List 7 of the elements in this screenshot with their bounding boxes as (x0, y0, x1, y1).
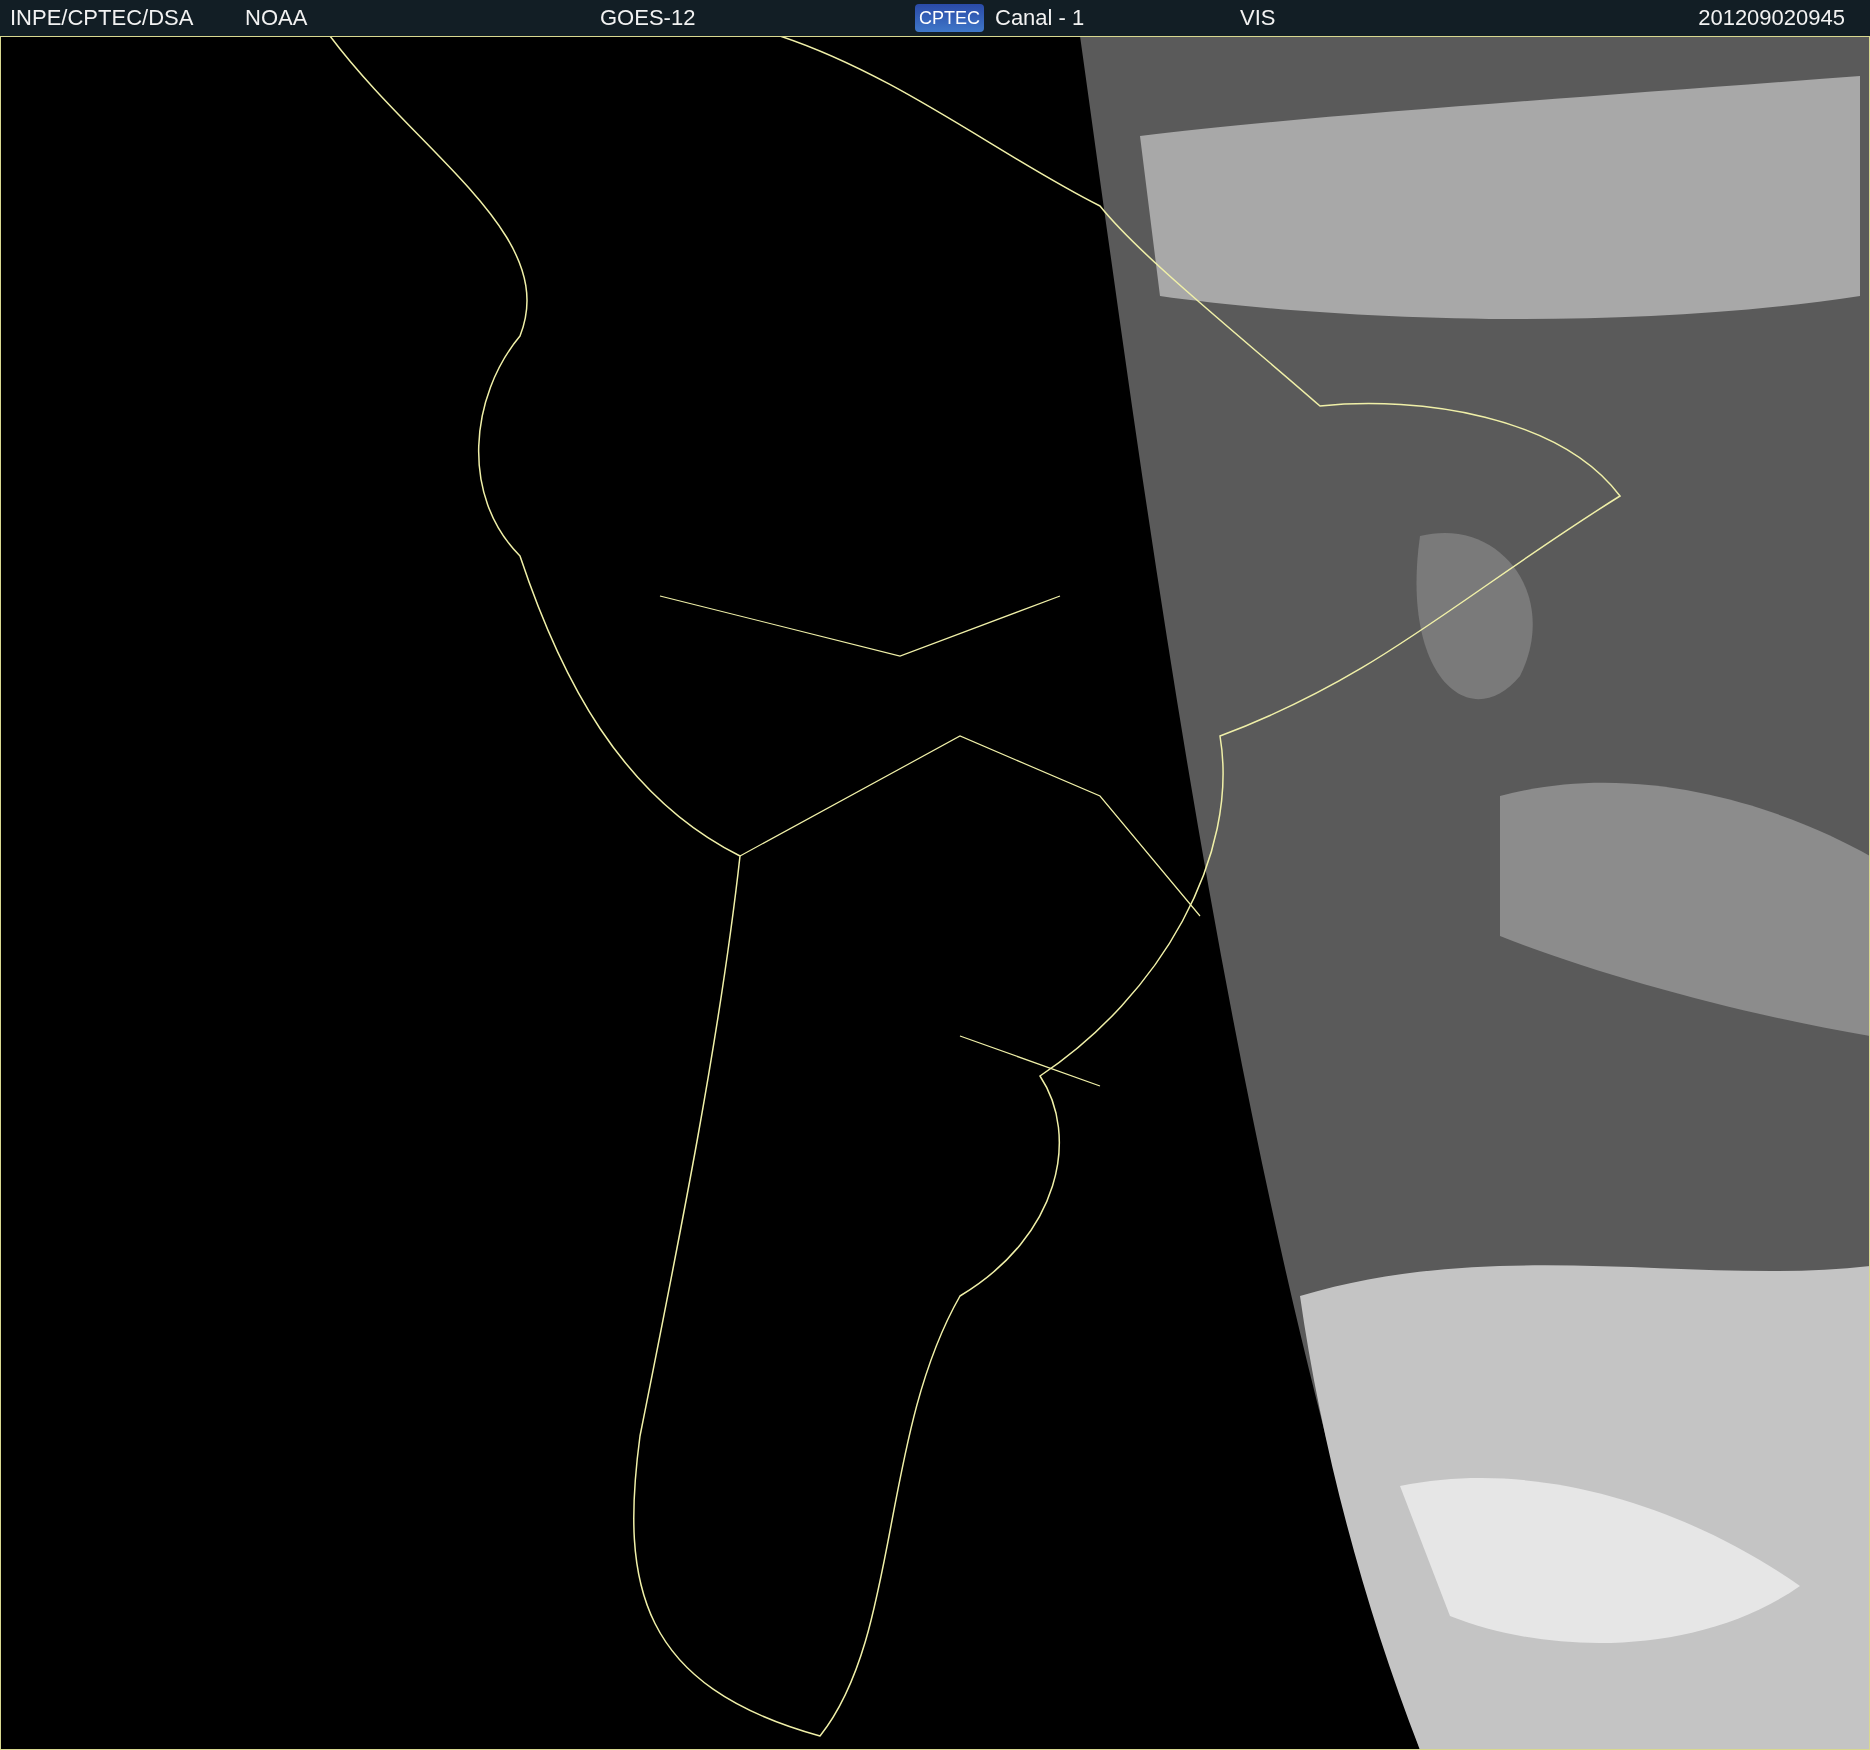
logo-badge: CPTEC (915, 4, 984, 32)
timestamp-label: 201209020945 (1698, 5, 1845, 31)
agency-label: INPE/CPTEC/DSA (10, 5, 194, 31)
band-label: VIS (1240, 5, 1276, 31)
agency-label: NOAA (245, 5, 308, 31)
satellite-label: GOES-12 (600, 5, 696, 31)
channel-label: Canal - 1 (995, 5, 1085, 31)
